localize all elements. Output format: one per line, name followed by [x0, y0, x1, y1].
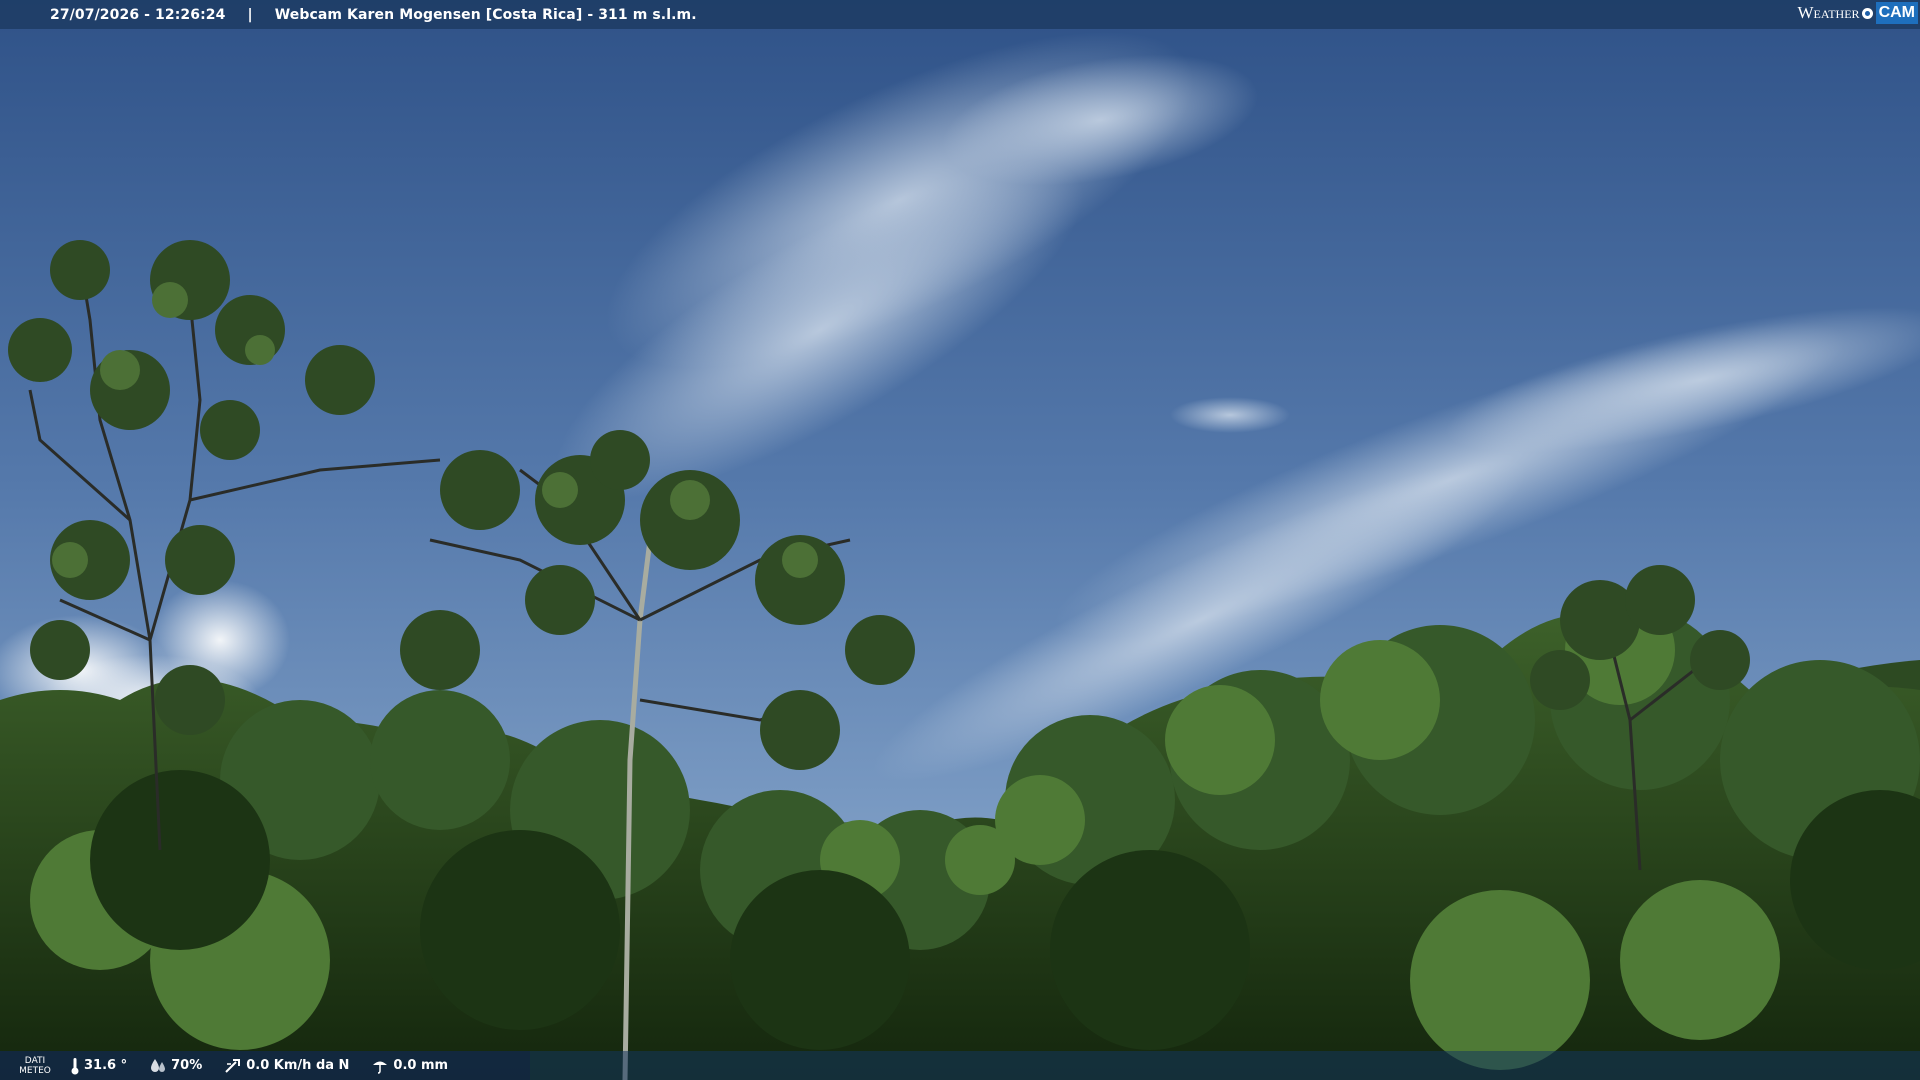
thermometer-icon — [71, 1057, 79, 1074]
temperature-value: 31.6 ° — [84, 1058, 128, 1073]
webcam-image — [0, 0, 1920, 1080]
header-bar: 27/07/2026 - 12:26:24 | Webcam Karen Mog… — [0, 0, 1920, 29]
brand-cam: CAM — [1875, 2, 1918, 24]
temperature-reading: 31.6 ° — [70, 1057, 127, 1075]
rain-gauge-icon — [373, 1061, 388, 1074]
rain-reading: 0.0 mm — [371, 1058, 448, 1074]
meteo-label-line1: DATI — [24, 1055, 46, 1066]
weathercam-logo: Weather CAM — [1798, 2, 1918, 24]
timestamp: 27/07/2026 - 12:26:24 — [50, 6, 226, 23]
meteo-label: DATI METEO — [0, 1056, 70, 1076]
brand-word: Weather — [1797, 3, 1860, 22]
wind-value: 0.0 Km/h da N — [246, 1058, 350, 1073]
meteo-bar: DATI METEO 31.6 ° 70% 0.0 Km/h da N 0.0 … — [0, 1051, 1920, 1080]
humidity-drop-icon — [151, 1058, 166, 1072]
meteo-readings: DATI METEO 31.6 ° 70% 0.0 Km/h da N 0.0 … — [0, 1051, 530, 1080]
humidity-value: 70% — [171, 1058, 203, 1073]
wind-icon — [225, 1058, 241, 1073]
meteo-label-line2: METEO — [19, 1065, 51, 1076]
webcam-frame: 27/07/2026 - 12:26:24 | Webcam Karen Mog… — [0, 0, 1920, 1080]
webcam-title: Webcam Karen Mogensen [Costa Rica] - 311… — [274, 6, 697, 23]
wind-reading: 0.0 Km/h da N — [224, 1058, 349, 1074]
humidity-reading: 70% — [149, 1058, 202, 1074]
rain-value: 0.0 mm — [393, 1058, 449, 1073]
separator: | — [247, 6, 253, 23]
camera-dot-icon — [1861, 7, 1873, 19]
meteo-bar-extension — [530, 1051, 1920, 1080]
